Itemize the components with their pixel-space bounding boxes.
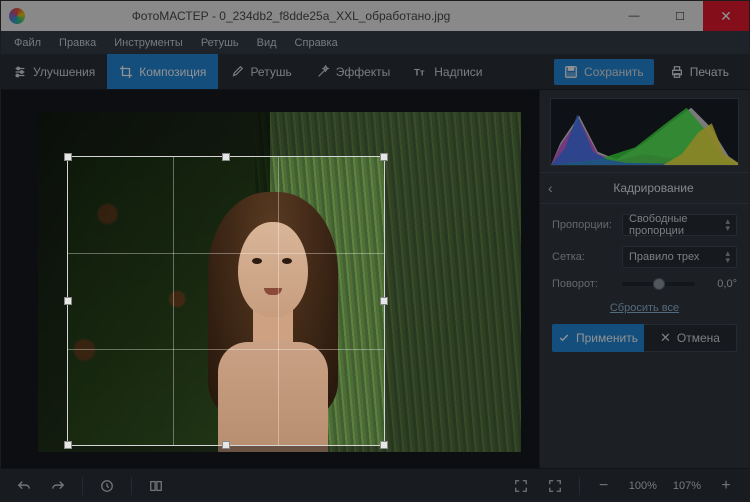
rotate-label: Поворот: [552, 278, 614, 290]
histogram [550, 98, 739, 166]
proportions-select[interactable]: Свободные пропорции ▴▾ [622, 214, 737, 236]
crop-handle-ml[interactable] [64, 297, 72, 305]
menu-file[interactable]: Файл [7, 34, 48, 52]
wand-icon [316, 65, 330, 79]
expand-icon [548, 479, 562, 493]
crop-handle-tl[interactable] [64, 153, 72, 161]
cancel-button[interactable]: ✕ Отмена [644, 324, 737, 352]
tab-text[interactable]: Tᴛ Надписи [402, 54, 494, 89]
redo-icon [51, 479, 65, 493]
menu-help[interactable]: Справка [288, 34, 345, 52]
titlebar: ФотоМАСТЕР - 0_234db2_f8dde25a_XXL_обраб… [1, 1, 749, 31]
side-panel: ‹ Кадрирование Пропорции: Свободные проп… [539, 90, 749, 468]
crop-grid [68, 157, 384, 445]
app-name: ФотоМАСТЕР [132, 9, 209, 23]
menu-tools[interactable]: Инструменты [107, 34, 190, 52]
divider [131, 477, 132, 495]
app-logo-icon [9, 8, 25, 24]
close-button[interactable]: ✕ [703, 1, 749, 31]
slider-thumb[interactable] [653, 278, 665, 290]
actual-size-button[interactable] [542, 474, 568, 498]
zoom-out-value: 100% [625, 480, 661, 492]
crop-handle-tc[interactable] [222, 153, 230, 161]
crop-icon [119, 65, 133, 79]
crop-handle-bl[interactable] [64, 441, 72, 449]
fit-screen-button[interactable] [508, 474, 534, 498]
divider [82, 477, 83, 495]
tab-composition[interactable]: Композиция [107, 54, 218, 89]
maximize-button[interactable]: ☐ [657, 1, 703, 31]
history-button[interactable] [94, 474, 120, 498]
redo-button[interactable] [45, 474, 71, 498]
window-title: ФотоМАСТЕР - 0_234db2_f8dde25a_XXL_обраб… [31, 9, 611, 23]
undo-button[interactable] [11, 474, 37, 498]
rotate-slider[interactable] [622, 282, 695, 286]
panel-header: ‹ Кадрирование [540, 172, 749, 204]
apply-button[interactable]: Применить [552, 324, 644, 352]
close-icon: ✕ [660, 330, 671, 346]
window-controls: — ☐ ✕ [611, 1, 749, 31]
crop-handle-mr[interactable] [380, 297, 388, 305]
compare-button[interactable] [143, 474, 169, 498]
zoom-in-button[interactable]: + [713, 474, 739, 498]
statusbar: − 100% 107% + [1, 468, 749, 502]
svg-text:Tᴛ: Tᴛ [414, 67, 425, 78]
zoom-in-value: 107% [669, 480, 705, 492]
filename: 0_234db2_f8dde25a_XXL_обработано.jpg [219, 9, 450, 23]
zoom-out-button[interactable]: − [591, 474, 617, 498]
crop-handle-tr[interactable] [380, 153, 388, 161]
print-icon [670, 65, 684, 79]
divider [579, 477, 580, 495]
menu-retouch[interactable]: Ретушь [194, 34, 246, 52]
check-icon [558, 332, 570, 344]
history-icon [100, 479, 114, 493]
menu-edit[interactable]: Правка [52, 34, 103, 52]
compare-icon [149, 479, 163, 493]
fit-icon [514, 479, 528, 493]
menu-view[interactable]: Вид [250, 34, 284, 52]
menubar: Файл Правка Инструменты Ретушь Вид Справ… [1, 31, 749, 54]
crop-frame[interactable] [67, 156, 385, 446]
tab-retouch[interactable]: Ретушь [218, 54, 303, 89]
tab-enhance[interactable]: Улучшения [1, 54, 107, 89]
chevron-updown-icon: ▴▾ [725, 250, 730, 264]
reset-link[interactable]: Сбросить все [552, 302, 737, 314]
panel-title: Кадрирование [566, 181, 741, 195]
rotate-value: 0,0° [703, 278, 737, 290]
save-button[interactable]: Сохранить [554, 59, 654, 85]
crop-handle-br[interactable] [380, 441, 388, 449]
undo-icon [17, 479, 31, 493]
chevron-updown-icon: ▴▾ [725, 218, 730, 232]
brush-icon [230, 65, 244, 79]
tab-effects[interactable]: Эффекты [304, 54, 403, 89]
grid-select[interactable]: Правило трех ▴▾ [622, 246, 737, 268]
toolbar: Улучшения Композиция Ретушь Эффекты Tᴛ Н… [1, 54, 749, 90]
sliders-icon [13, 65, 27, 79]
minimize-button[interactable]: — [611, 1, 657, 31]
print-button[interactable]: Печать [660, 59, 739, 85]
canvas[interactable] [1, 90, 539, 468]
crop-handle-bc[interactable] [222, 441, 230, 449]
grid-label: Сетка: [552, 251, 614, 263]
text-icon: Tᴛ [414, 65, 428, 79]
back-button[interactable]: ‹ [548, 180, 566, 196]
save-icon [564, 65, 578, 79]
proportions-label: Пропорции: [552, 219, 614, 231]
